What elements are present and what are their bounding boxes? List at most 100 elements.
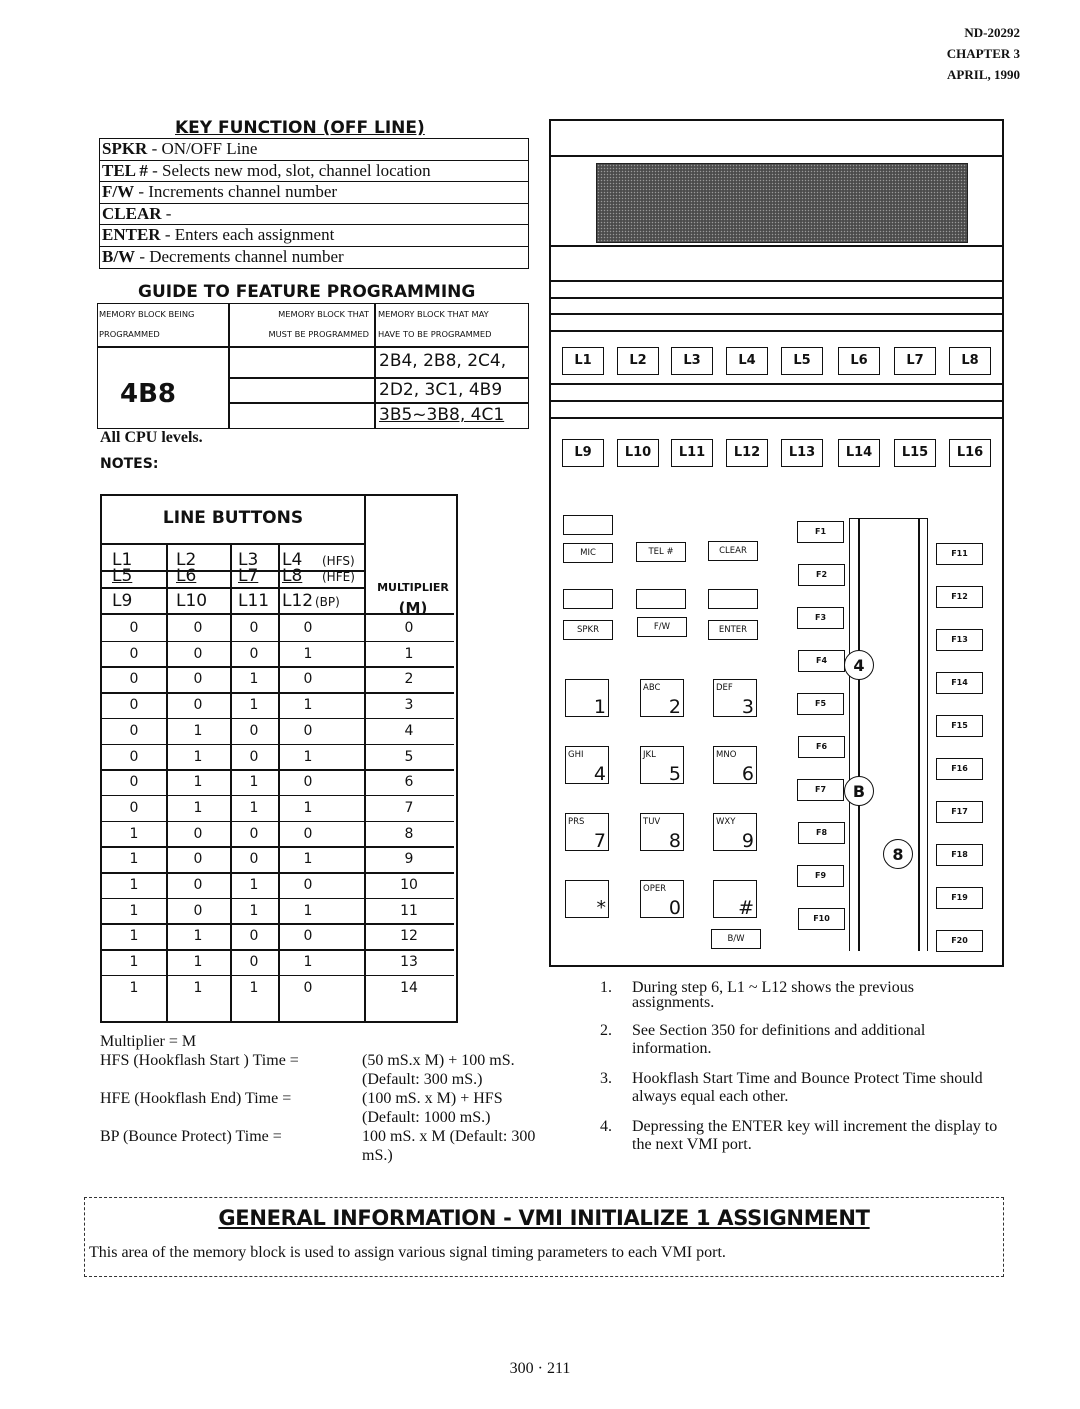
function-key-f4[interactable]: F4 [798, 650, 845, 672]
dial-key-digit: 4 [593, 763, 606, 785]
dial-key-letters: JKL [643, 750, 656, 760]
line-key-l7[interactable]: L7 [894, 347, 936, 375]
bit-value: 0 [129, 799, 139, 816]
line-key-l6[interactable]: L6 [838, 347, 880, 375]
dial-key-5[interactable]: JKL 5 [640, 746, 684, 785]
line-key-l5[interactable]: L5 [781, 347, 823, 375]
blank-key[interactable] [563, 589, 613, 609]
function-key-f13[interactable]: F13 [936, 629, 983, 651]
divider [102, 872, 454, 874]
line-key-l16[interactable]: L16 [949, 439, 991, 467]
dial-key-digit: 9 [741, 830, 754, 852]
fw-key[interactable]: F/W [637, 617, 687, 637]
tel-key[interactable]: TEL # [636, 542, 686, 562]
dial-key-0[interactable]: OPER 0 [640, 880, 684, 919]
function-key-f1[interactable]: F1 [797, 521, 844, 543]
dial-key-star[interactable]: * [565, 880, 609, 919]
line-key-l2[interactable]: L2 [617, 347, 659, 375]
enter-key[interactable]: ENTER [708, 620, 758, 640]
dial-key-1[interactable]: 1 [565, 679, 609, 718]
function-key-f14[interactable]: F14 [936, 672, 983, 694]
bit-value: 0 [129, 774, 139, 791]
function-key-f19[interactable]: F19 [936, 887, 983, 909]
function-key-f12[interactable]: F12 [936, 586, 983, 608]
bit-value: 1 [193, 748, 203, 765]
bit-value: 0 [193, 851, 203, 868]
multiplier-label: MULTIPLIER [377, 581, 449, 594]
blank-key[interactable] [636, 589, 686, 609]
divider [102, 923, 454, 925]
note-text: See Section 350 for definitions and addi… [632, 1022, 926, 1057]
line-key-l10[interactable]: L10 [617, 439, 659, 467]
line-key-l14[interactable]: L14 [838, 439, 880, 467]
dial-key-2[interactable]: ABC 2 [640, 679, 684, 718]
line-key-l1[interactable]: L1 [562, 347, 604, 375]
divider [102, 640, 454, 643]
line-key-l11[interactable]: L11 [671, 439, 713, 467]
dial-key-hash[interactable]: # [713, 880, 757, 919]
guide-table: MEMORY BLOCK BEING PROGRAMMED MEMORY BLO… [97, 303, 529, 429]
bit-value: 0 [193, 620, 203, 636]
bit-value: 0 [129, 620, 139, 636]
key-function-table: SPKR - ON/OFF Line TEL # - Selects new mo… [99, 138, 529, 269]
bit-value: 1 [249, 979, 259, 996]
function-key-f8[interactable]: F8 [798, 822, 845, 844]
dial-key-8[interactable]: TUV 8 [640, 813, 684, 852]
bit-value: 0 [193, 902, 203, 919]
clear-key[interactable]: CLEAR [708, 541, 758, 561]
bit-value: 0 [303, 979, 313, 996]
function-key-f9[interactable]: F9 [797, 865, 844, 887]
divider [102, 613, 454, 615]
line-key-l4[interactable]: L4 [726, 347, 768, 375]
mic-key[interactable]: MIC [563, 543, 613, 563]
formula-bp-value: 100 mS. x M (Default: 300 [362, 1128, 536, 1145]
multiplier-value: 6 [404, 774, 414, 791]
divider [551, 280, 1002, 282]
spkr-key[interactable]: SPKR [563, 620, 613, 640]
bit-value: 0 [249, 954, 259, 971]
bw-key[interactable]: B/W [711, 929, 761, 949]
divider [102, 974, 454, 977]
timing-label: (HFE) [322, 570, 355, 584]
line-key-l12[interactable]: L12 [726, 439, 768, 467]
key-description: - Enters each assignment [160, 225, 335, 245]
dial-key-digit: 7 [593, 830, 606, 852]
dial-key-7[interactable]: PRS 7 [565, 813, 609, 852]
bit-value: 1 [193, 928, 203, 945]
line-key-l15[interactable]: L15 [894, 439, 936, 467]
function-key-f3[interactable]: F3 [797, 607, 844, 629]
function-key-f18[interactable]: F18 [936, 844, 983, 866]
line-key-l8[interactable]: L8 [949, 347, 991, 375]
function-key-f7[interactable]: F7 [797, 779, 844, 801]
function-key-f5[interactable]: F5 [797, 693, 844, 715]
function-key-f15[interactable]: F15 [936, 715, 983, 737]
dial-key-9[interactable]: WXY 9 [713, 813, 757, 852]
guide-col1-head: MEMORY BLOCK BEING PROGRAMMED [99, 304, 194, 344]
function-key-f2[interactable]: F2 [798, 564, 845, 586]
key-function-row: ENTER - Enters each assignment [100, 225, 528, 247]
bit-value: 1 [249, 774, 259, 791]
blank-key[interactable] [708, 589, 758, 609]
guide-col3-line2: HAVE TO BE PROGRAMMED [378, 329, 492, 339]
function-key-f6[interactable]: F6 [798, 736, 845, 758]
multiplier-value: 12 [400, 928, 418, 945]
multiplier-value: 8 [404, 825, 414, 842]
blank-key[interactable] [563, 515, 613, 535]
function-key-f16[interactable]: F16 [936, 758, 983, 780]
multiplier-value: 1 [404, 645, 414, 662]
line-key-l3[interactable]: L3 [671, 347, 713, 375]
line-key-l13[interactable]: L13 [781, 439, 823, 467]
dial-key-6[interactable]: MNO 6 [713, 746, 757, 785]
function-key-f11[interactable]: F11 [936, 543, 983, 565]
line-key-l9[interactable]: L9 [562, 439, 604, 467]
function-key-f10[interactable]: F10 [798, 908, 845, 930]
function-key-f17[interactable]: F17 [936, 801, 983, 823]
formula-bp-label: BP (Bounce Protect) Time = [100, 1128, 282, 1145]
dial-key-3[interactable]: DEF 3 [713, 679, 757, 718]
line-buttons-table: LINE BUTTONS MULTIPLIER (M) L1 L2 L3 L4 (HFS… [100, 494, 458, 1023]
dial-key-4[interactable]: GHI 4 [565, 746, 609, 785]
note-text: During step 6, L1 ~ L12 shows the previo… [632, 979, 914, 1011]
divider [551, 313, 1002, 315]
line-label: L12 [282, 591, 314, 611]
function-key-f20[interactable]: F20 [936, 930, 983, 952]
